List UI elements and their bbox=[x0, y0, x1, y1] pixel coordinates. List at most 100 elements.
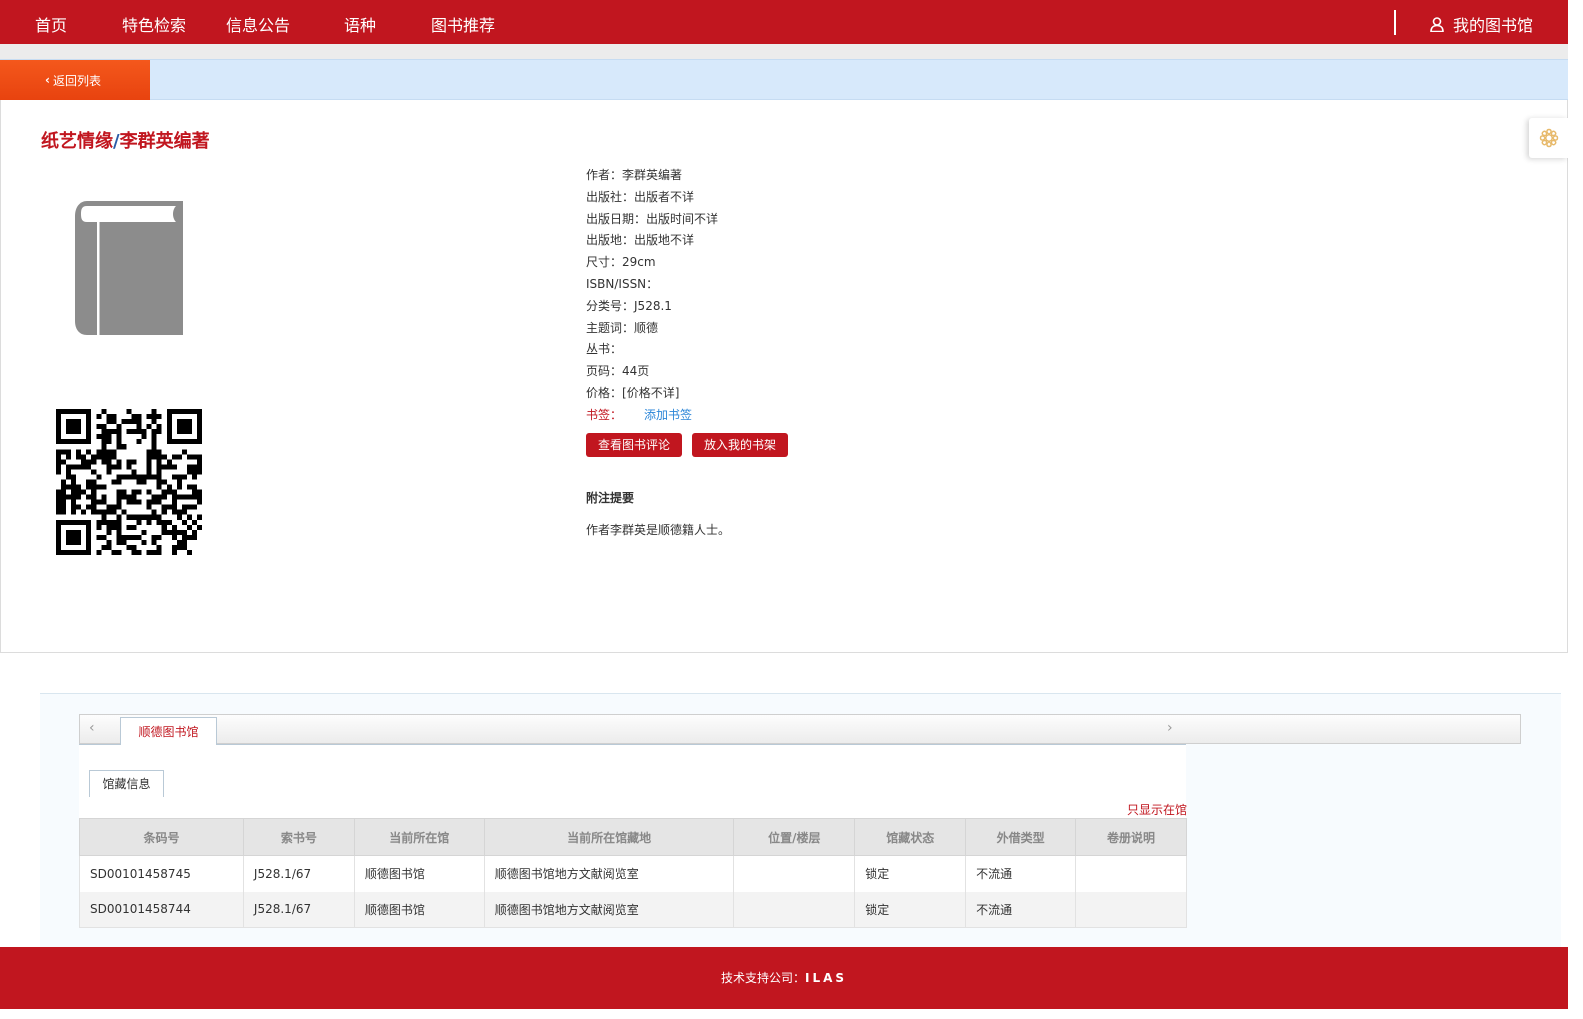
tab-scroll-left-icon[interactable]: ‹ bbox=[89, 720, 95, 736]
settings-button[interactable] bbox=[1529, 118, 1568, 158]
library-cell: 顺德图书馆 bbox=[353, 855, 485, 892]
tab-scroll-right-icon[interactable]: › bbox=[1167, 720, 1173, 736]
info-label: 丛书： bbox=[586, 342, 623, 357]
info-value: 顺德 bbox=[634, 320, 659, 335]
info-value: 出版者不详 bbox=[634, 189, 695, 204]
info-value: [价格不详] bbox=[622, 385, 680, 400]
action-buttons: 查看图书评论 放入我的书架 bbox=[586, 433, 798, 457]
nav-home[interactable]: 首页 bbox=[35, 12, 67, 36]
volume-note-cell bbox=[1075, 855, 1187, 892]
library-cell: 顺德图书馆 bbox=[353, 891, 485, 928]
loan-type-cell: 不流通 bbox=[965, 855, 1077, 892]
info-label: 分类号： bbox=[586, 298, 635, 313]
info-row: 出版社：出版者不详 bbox=[586, 187, 718, 209]
book-info: 作者：李群英编著 出版社：出版者不详 出版日期：出版时间不详 出版地：出版地不详 尺寸：… bbox=[586, 165, 718, 427]
column-header: 当前所在馆 bbox=[353, 818, 485, 856]
book-title: 纸艺情缘/李群英编著 bbox=[41, 127, 210, 153]
status-cell: 锁定 bbox=[854, 855, 967, 892]
table-row: SD00101458744 J528.1/67 顺德图书馆 顺德图书馆地方文献阅… bbox=[79, 891, 1187, 928]
info-row: 出版日期：出版时间不详 bbox=[586, 209, 718, 231]
call-number-cell: J528.1/67 bbox=[242, 891, 355, 928]
info-label: 价格： bbox=[586, 385, 623, 400]
column-header: 位置/楼层 bbox=[733, 818, 856, 856]
back-to-list-button[interactable]: ‹ 返回列表 bbox=[0, 60, 150, 100]
bookmark-label: 书签： bbox=[586, 407, 623, 422]
info-row: 页码：44页 bbox=[586, 361, 718, 383]
floor-cell bbox=[733, 855, 856, 892]
info-row: 分类号：J528.1 bbox=[586, 296, 718, 318]
footer: 技术支持公司：ILAS bbox=[0, 947, 1568, 1009]
notes-text: 作者李群英是顺德籍人士。 bbox=[586, 523, 731, 537]
tab-shunde-library[interactable]: 顺德图书馆 bbox=[120, 717, 217, 745]
column-header: 卷册说明 bbox=[1075, 818, 1187, 856]
info-row: ISBN/ISSN： bbox=[586, 274, 718, 296]
my-library-link[interactable]: 我的图书馆 bbox=[1430, 12, 1533, 36]
holdings-table: 条码号 索书号 当前所在馆 当前所在馆藏地 位置/楼层 馆藏状态 外借类型 卷册… bbox=[79, 818, 1187, 928]
column-header: 当前所在馆藏地 bbox=[483, 818, 735, 856]
info-value: J528.1 bbox=[634, 298, 672, 313]
info-row: 作者：李群英编著 bbox=[586, 165, 718, 187]
barcode-cell: SD00101458745 bbox=[79, 855, 244, 892]
title-slash: / bbox=[113, 131, 120, 152]
floor-cell bbox=[733, 891, 856, 928]
info-row: 尺寸：29cm bbox=[586, 252, 718, 274]
info-label: 主题词： bbox=[586, 320, 635, 335]
info-value: 44页 bbox=[622, 364, 650, 379]
library-tabstrip: ‹ › bbox=[79, 714, 1521, 744]
only-available-link[interactable]: 只显示在馆 bbox=[1127, 801, 1187, 818]
location-cell: 顺德图书馆地方文献阅览室 bbox=[483, 855, 735, 892]
bookmark-row: 书签： 添加书签 bbox=[586, 405, 718, 427]
nav-announcements[interactable]: 信息公告 bbox=[226, 12, 290, 36]
tab-holdings-info[interactable]: 馆藏信息 bbox=[89, 770, 164, 797]
info-row: 主题词：顺德 bbox=[586, 318, 718, 340]
column-header: 外借类型 bbox=[965, 818, 1077, 856]
info-label: 出版社： bbox=[586, 189, 635, 204]
location-cell: 顺德图书馆地方文献阅览室 bbox=[483, 891, 735, 928]
nav-special-search[interactable]: 特色检索 bbox=[122, 12, 186, 36]
column-header: 条码号 bbox=[79, 818, 244, 856]
info-label: 出版日期： bbox=[586, 211, 647, 226]
info-label: 页码： bbox=[586, 364, 623, 379]
barcode-cell: SD00101458744 bbox=[79, 891, 244, 928]
nav-languages[interactable]: 语种 bbox=[344, 12, 376, 36]
book-title-main: 纸艺情缘 bbox=[41, 131, 113, 152]
top-navigation: 首页 特色检索 信息公告 语种 图书推荐 我的图书馆 bbox=[0, 0, 1568, 44]
nav-divider bbox=[1394, 10, 1396, 35]
column-header: 馆藏状态 bbox=[854, 818, 967, 856]
info-row: 丛书： bbox=[586, 339, 718, 361]
nav-book-recommend[interactable]: 图书推荐 bbox=[431, 12, 495, 36]
footer-brand: ILAS bbox=[804, 971, 848, 985]
column-header: 索书号 bbox=[242, 818, 355, 856]
back-to-list-label: 返回列表 bbox=[52, 73, 101, 88]
info-row: 出版地：出版地不详 bbox=[586, 230, 718, 252]
info-value: 出版地不详 bbox=[634, 233, 695, 248]
page-gutter bbox=[1568, 0, 1583, 1019]
spacer-bar bbox=[0, 44, 1568, 59]
info-value: 出版时间不详 bbox=[646, 211, 719, 226]
loan-type-cell: 不流通 bbox=[965, 891, 1077, 928]
flower-settings-icon bbox=[1539, 128, 1558, 148]
info-label: 作者： bbox=[586, 168, 623, 182]
add-to-shelf-button[interactable]: 放入我的书架 bbox=[692, 433, 789, 457]
info-label: ISBN/ISSN： bbox=[586, 276, 659, 291]
book-detail-panel bbox=[0, 100, 1568, 653]
info-value: 李群英编著 bbox=[622, 168, 683, 182]
table-header-row: 条码号 索书号 当前所在馆 当前所在馆藏地 位置/楼层 馆藏状态 外借类型 卷册… bbox=[79, 818, 1187, 856]
book-title-author: 李群英编著 bbox=[119, 131, 210, 152]
chevron-left-icon: ‹ bbox=[45, 73, 50, 87]
back-bar: ‹ 返回列表 bbox=[0, 59, 1568, 100]
table-row: SD00101458745 J528.1/67 顺德图书馆 顺德图书馆地方文献阅… bbox=[79, 855, 1187, 892]
info-value: 29cm bbox=[622, 255, 656, 270]
call-number-cell: J528.1/67 bbox=[242, 855, 355, 892]
footer-label: 技术支持公司： bbox=[720, 971, 805, 985]
book-icon bbox=[75, 201, 183, 335]
status-cell: 锁定 bbox=[854, 891, 967, 928]
view-reviews-button[interactable]: 查看图书评论 bbox=[586, 433, 683, 457]
volume-note-cell bbox=[1075, 891, 1187, 928]
info-label: 尺寸： bbox=[586, 255, 623, 270]
qr-code bbox=[56, 409, 202, 555]
add-bookmark-link[interactable]: 添加书签 bbox=[644, 408, 692, 422]
user-icon bbox=[1430, 16, 1444, 32]
my-library-label: 我的图书馆 bbox=[1453, 16, 1534, 35]
info-label: 出版地： bbox=[586, 233, 635, 248]
